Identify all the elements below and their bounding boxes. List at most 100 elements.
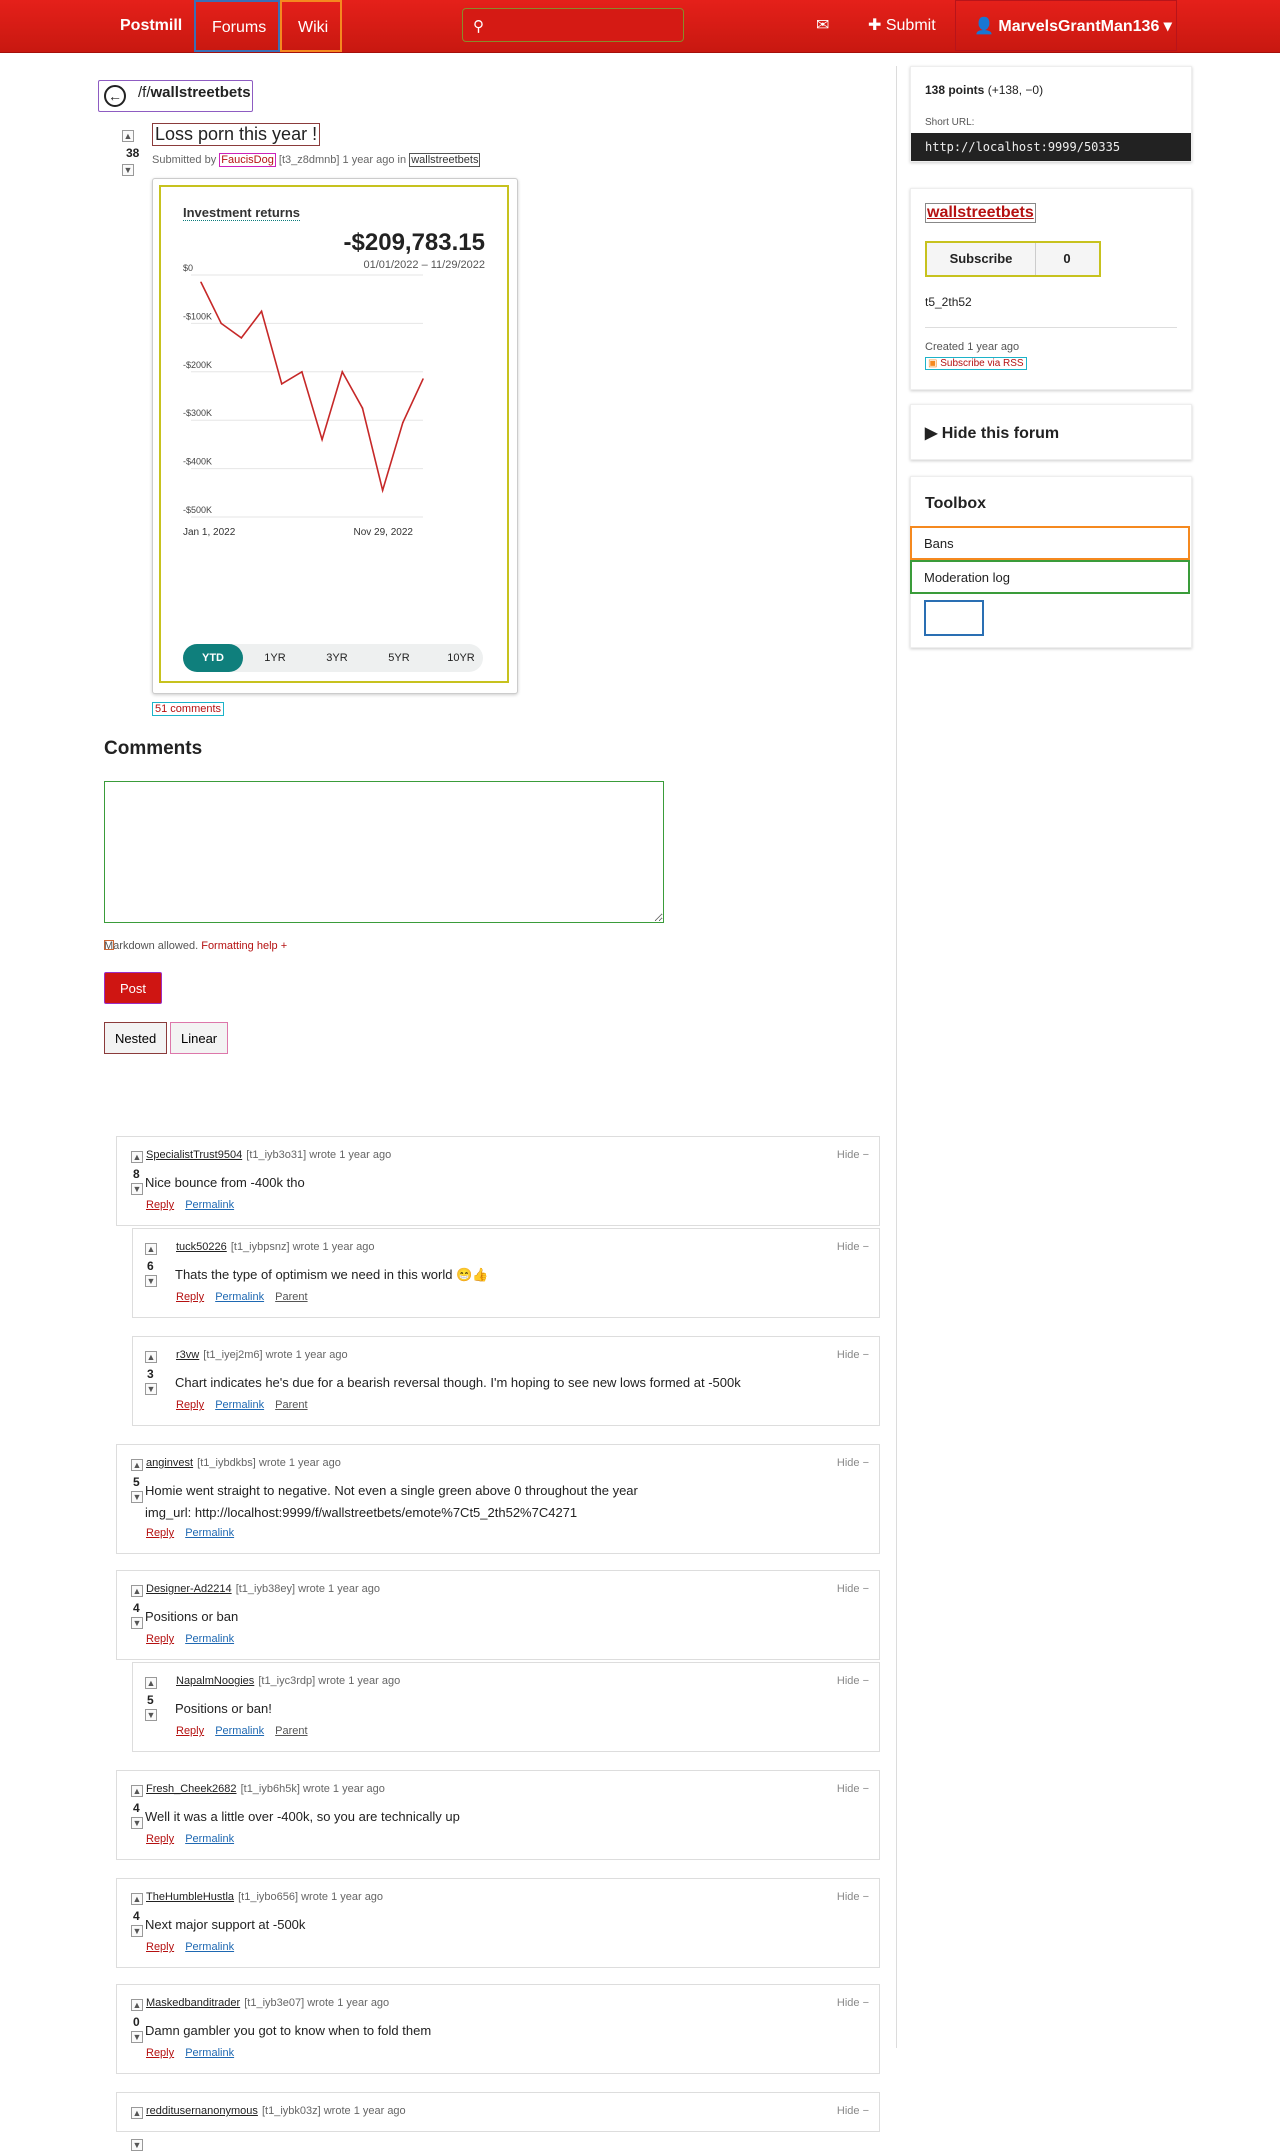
- nav-forums[interactable]: Forums: [194, 0, 280, 52]
- hide-comment-link[interactable]: Hide −: [837, 1891, 869, 1903]
- permalink-link[interactable]: Permalink: [184, 1199, 235, 1211]
- mail-icon[interactable]: ✉: [816, 0, 829, 52]
- upvote-arrow-icon[interactable]: ▲: [145, 1243, 157, 1255]
- sidebar-forum-name[interactable]: wallstreetbets: [925, 203, 1036, 223]
- hide-comment-link[interactable]: Hide −: [837, 1997, 869, 2009]
- toolbox-bans[interactable]: Bans: [910, 526, 1190, 560]
- parent-link[interactable]: Parent: [274, 1725, 308, 1737]
- reply-link[interactable]: Reply: [145, 2047, 175, 2059]
- hide-comment-link[interactable]: Hide −: [837, 1349, 869, 1361]
- comment-textarea[interactable]: [104, 781, 664, 923]
- downvote-arrow-icon[interactable]: ▼: [131, 2031, 143, 2043]
- user-menu[interactable]: 👤 MarvelsGrantMan136 ▾: [955, 0, 1177, 51]
- permalink-link[interactable]: Permalink: [184, 1833, 235, 1845]
- post-title[interactable]: Loss porn this year !: [152, 123, 321, 146]
- rss-link[interactable]: ▣ Subscribe via RSS: [925, 357, 1027, 370]
- reply-link[interactable]: Reply: [145, 1941, 175, 1953]
- hide-comment-link[interactable]: Hide −: [837, 1675, 869, 1687]
- downvote-arrow-icon[interactable]: ▼: [131, 1617, 143, 1629]
- upvote-arrow-icon[interactable]: ▲: [145, 1351, 157, 1363]
- submit-link[interactable]: ✚ Submit: [868, 0, 936, 52]
- downvote-arrow-icon[interactable]: ▼: [131, 2139, 143, 2151]
- upvote-arrow-icon[interactable]: ▲: [131, 1585, 143, 1597]
- hide-forum-toggle[interactable]: ▶ Hide this forum: [910, 404, 1192, 460]
- comment-count-link[interactable]: 51 comments: [152, 702, 225, 716]
- comment-author[interactable]: NapalmNoogies: [175, 1675, 255, 1687]
- downvote-arrow-icon[interactable]: ▼: [131, 1925, 143, 1937]
- comment-author[interactable]: Maskedbanditrader: [145, 1997, 241, 2009]
- comment-author[interactable]: Fresh_Cheek2682: [145, 1783, 238, 1795]
- search-box[interactable]: ⚲: [462, 8, 684, 42]
- comment-author[interactable]: r3vw: [175, 1349, 200, 1361]
- range-pill-10yr[interactable]: 10YR: [431, 644, 491, 672]
- range-pill-1yr[interactable]: 1YR: [245, 644, 305, 672]
- permalink-link[interactable]: Permalink: [214, 1725, 265, 1737]
- short-url-label: Short URL:: [925, 117, 975, 128]
- upvote-arrow-icon[interactable]: ▲: [131, 2107, 143, 2119]
- comment-author[interactable]: TheHumbleHustla: [145, 1891, 235, 1903]
- reply-link[interactable]: Reply: [145, 1833, 175, 1845]
- reply-link[interactable]: Reply: [145, 1527, 175, 1539]
- upvote-arrow-icon[interactable]: ▲: [131, 1893, 143, 1905]
- forum-path[interactable]: /f/wallstreetbets: [138, 84, 251, 101]
- post-score: 38: [126, 146, 140, 160]
- hide-comment-link[interactable]: Hide −: [837, 1241, 869, 1253]
- short-url[interactable]: http://localhost:9999/50335: [911, 133, 1191, 161]
- upvote-arrow-icon[interactable]: ▲: [122, 130, 134, 142]
- downvote-arrow-icon[interactable]: ▼: [145, 1275, 157, 1287]
- hide-comment-link[interactable]: Hide −: [837, 1457, 869, 1469]
- hide-comment-link[interactable]: Hide −: [837, 2105, 869, 2117]
- parent-link[interactable]: Parent: [274, 1291, 308, 1303]
- permalink-link[interactable]: Permalink: [184, 1633, 235, 1645]
- upvote-arrow-icon[interactable]: ▲: [131, 1785, 143, 1797]
- reply-link[interactable]: Reply: [175, 1725, 205, 1737]
- post-author[interactable]: FaucisDog: [219, 153, 276, 167]
- downvote-arrow-icon[interactable]: ▼: [131, 1491, 143, 1503]
- hide-comment-link[interactable]: Hide −: [837, 1149, 869, 1161]
- comment-author[interactable]: SpecialistTrust9504: [145, 1149, 243, 1161]
- hide-comment-link[interactable]: Hide −: [837, 1783, 869, 1795]
- downvote-arrow-icon[interactable]: ▼: [145, 1709, 157, 1721]
- upvote-arrow-icon[interactable]: ▲: [131, 1459, 143, 1471]
- hide-comment-link[interactable]: Hide −: [837, 1583, 869, 1595]
- toolbox-moderation-log[interactable]: Moderation log: [910, 560, 1190, 594]
- data-point: [422, 378, 424, 380]
- downvote-arrow-icon[interactable]: ▼: [145, 1383, 157, 1395]
- permalink-link[interactable]: Permalink: [214, 1399, 265, 1411]
- reply-link[interactable]: Reply: [145, 1633, 175, 1645]
- post-comment-button[interactable]: Post: [104, 972, 162, 1004]
- permalink-link[interactable]: Permalink: [184, 2047, 235, 2059]
- downvote-arrow-icon[interactable]: ▼: [131, 1817, 143, 1829]
- toolbox-empty-item[interactable]: [924, 600, 984, 636]
- downvote-arrow-icon[interactable]: ▼: [131, 1183, 143, 1195]
- upvote-arrow-icon[interactable]: ▲: [131, 1999, 143, 2011]
- comment-author[interactable]: anginvest: [145, 1457, 194, 1469]
- post-image[interactable]: Investment returns -$209,783.15 01/01/20…: [152, 178, 518, 694]
- permalink-link[interactable]: Permalink: [184, 1527, 235, 1539]
- site-brand[interactable]: Postmill: [120, 0, 182, 52]
- permalink-link[interactable]: Permalink: [184, 1941, 235, 1953]
- comment-author[interactable]: Designer-Ad2214: [145, 1583, 233, 1595]
- nav-wiki[interactable]: Wiki: [280, 0, 342, 52]
- range-pill-5yr[interactable]: 5YR: [369, 644, 429, 672]
- reply-link[interactable]: Reply: [175, 1291, 205, 1303]
- reply-link[interactable]: Reply: [175, 1399, 205, 1411]
- nested-view-button[interactable]: Nested: [104, 1022, 168, 1054]
- range-pill-ytd[interactable]: YTD: [183, 644, 243, 672]
- upvote-arrow-icon[interactable]: ▲: [131, 1151, 143, 1163]
- downvote-arrow-icon[interactable]: ▼: [122, 164, 134, 176]
- permalink-link[interactable]: Permalink: [214, 1291, 265, 1303]
- search-input[interactable]: [495, 13, 679, 39]
- comment-author[interactable]: redditusernanonymous: [145, 2105, 259, 2117]
- reply-link[interactable]: Reply: [145, 1199, 175, 1211]
- range-pill-3yr[interactable]: 3YR: [307, 644, 367, 672]
- comment-meta: wrote 1 year ago: [292, 1241, 375, 1253]
- formatting-help-link[interactable]: Formatting help +: [201, 940, 287, 952]
- upvote-arrow-icon[interactable]: ▲: [145, 1677, 157, 1689]
- post-forum-link[interactable]: wallstreetbets: [409, 153, 481, 167]
- comment-author[interactable]: tuck50226: [175, 1241, 228, 1253]
- parent-link[interactable]: Parent: [274, 1399, 308, 1411]
- linear-view-button[interactable]: Linear: [170, 1022, 229, 1054]
- chart-plot: $0 -$100K -$200K -$300K -$400K -$500K Jan 1, 2…: [183, 263, 424, 538]
- subscribe-button[interactable]: Subscribe 0: [925, 241, 1101, 277]
